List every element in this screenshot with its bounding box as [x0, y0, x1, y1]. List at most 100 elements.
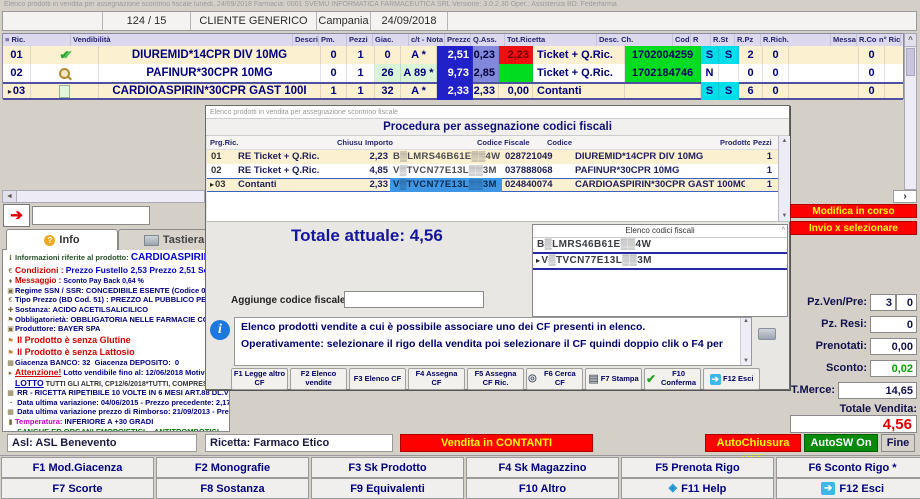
r-cell: S — [701, 46, 719, 64]
column-header[interactable]: Prezzo — [445, 34, 471, 46]
dialog-function-key-button[interactable]: ▤ F7 Stampa — [585, 368, 642, 390]
scroll-right-button[interactable]: › — [893, 190, 917, 203]
autosw-toggle[interactable]: AutoSW On — [804, 434, 878, 452]
totale-vendita-value: 4,56 — [790, 415, 917, 433]
dialog-function-key-button[interactable]: ➔ F12 Esci — [703, 368, 760, 390]
function-key-label: F11 Help — [681, 483, 726, 495]
column-header[interactable]: Prodotto — [717, 136, 750, 149]
info-line-icon: € — [6, 297, 15, 306]
info-line-label: Condizioni : — [15, 265, 64, 275]
info-line-icon: ▣ — [6, 326, 15, 335]
instructions-scrollbar[interactable]: ▲ ▼ — [740, 318, 751, 365]
cf-list-item[interactable]: B▒LMRS46B61E▒▒4W — [533, 238, 787, 254]
function-key-button[interactable]: F4 Sk Magazzino — [466, 457, 619, 478]
column-header[interactable]: ≡ Ric. — [3, 34, 71, 46]
function-key-button[interactable]: F3 Sk Prodotto — [311, 457, 464, 478]
horizontal-scrollbar[interactable]: ◄ — [2, 190, 205, 203]
function-key-button[interactable]: ➔ F12 Esci — [776, 478, 920, 499]
function-key-button[interactable]: F2 Monografie — [156, 457, 309, 478]
column-header[interactable]: R.Rich. — [761, 34, 831, 46]
current-total: Totale attuale: 4,56 — [291, 226, 443, 246]
function-key-button[interactable]: F10 Altro — [466, 478, 619, 499]
column-header[interactable]: n° Ric — [877, 34, 901, 46]
scroll-left-icon[interactable]: ◄ — [3, 191, 17, 202]
dialog-table-row[interactable]: 02 RE Ticket + Q.Ric. 4,85 V▒TVCN77E13L▒… — [207, 164, 778, 178]
asl-field: Asl: ASL Benevento — [7, 434, 197, 452]
column-header[interactable]: Desc. Ch. — [597, 34, 673, 46]
cf-list-item[interactable]: ▸V▒TVCN77E13L▒▒3M — [533, 254, 787, 270]
column-header[interactable]: R.St — [711, 34, 735, 46]
chiusura-cell: Ticket + Q.Ric. — [533, 64, 625, 82]
table-row-selected[interactable]: ▸03 CARDIOASPIRIN*30CPR GAST 100I 1 1 32… — [3, 82, 903, 100]
column-header[interactable]: Prg.Ric. — [207, 136, 334, 149]
column-header[interactable]: Codice UBC — [673, 34, 691, 46]
column-header[interactable]: Q.Ass. — [471, 34, 505, 46]
vertical-scrollbar[interactable]: ^ — [904, 33, 917, 190]
scroll-down-icon[interactable]: ▼ — [741, 358, 751, 364]
dialog-function-key-button[interactable]: ◎ F6 Cerca CF — [526, 368, 583, 390]
dialog-function-key-button[interactable]: F4 Assegna CF — [408, 368, 465, 390]
column-header[interactable]: R.Cons. — [857, 34, 877, 46]
info-line-text: Il Prodotto è senza Glutine — [17, 335, 131, 345]
dialog-table-scrollbar[interactable]: ▲ ▼ — [778, 136, 790, 221]
function-key-button[interactable]: F1 Mod.Giacenza — [1, 457, 154, 478]
info-line-icon: ℹ — [6, 253, 15, 265]
customer-field: CLIENTE GENERICO — [191, 12, 317, 30]
tmerce-value: 14,65 — [838, 382, 917, 399]
dialog-function-key-button[interactable]: F2 Elenco vendite — [290, 368, 347, 390]
function-key-button[interactable]: F7 Scorte — [1, 478, 154, 499]
dialog-function-key-button[interactable]: F1 Legge altro CF — [231, 368, 288, 390]
column-header[interactable]: Importo — [362, 136, 474, 149]
function-key-button[interactable]: F5 Prenota Rigo — [621, 457, 774, 478]
invio-x-selezionare-button[interactable]: Invio x selezionare — [790, 221, 917, 235]
function-key-button[interactable]: F9 Equivalenti — [311, 478, 464, 499]
function-key-button[interactable]: F8 Sostanza — [156, 478, 309, 499]
table-row[interactable]: 01 ✔ DIUREMID*14CPR DIV 10MG 0 1 0 A * 2… — [3, 46, 903, 64]
dialog-function-key-button[interactable]: F3 Elenco CF — [349, 368, 406, 390]
keyboard-icon[interactable] — [758, 328, 776, 340]
scroll-down-icon[interactable]: ▼ — [779, 211, 790, 221]
column-header[interactable]: Messaggio robot — [831, 34, 857, 46]
rrich-cell: 0 — [763, 64, 789, 82]
column-header[interactable]: Pezzi — [347, 34, 373, 46]
dialog-function-key-button[interactable]: F5 Assegna CF Ric. — [467, 368, 524, 390]
prg-value: 02 — [211, 165, 222, 176]
column-header[interactable]: Chiusura ricetta — [334, 136, 362, 149]
quick-entry-button[interactable]: ➔ — [3, 204, 30, 227]
codice-ubc-cell — [625, 82, 701, 100]
column-header[interactable]: Descrizione — [293, 34, 319, 46]
dialog-table-row[interactable]: 01 RE Ticket + Q.Ric. 2,23 B▒LMRS46B61E▒… — [207, 150, 778, 164]
table-row[interactable]: 02 PAFINUR*30CPR 10MG 0 1 26 A 89 * 9,73… — [3, 64, 903, 82]
scroll-up-icon[interactable]: ▲ — [741, 318, 751, 324]
column-header[interactable]: R.Pz — [735, 34, 761, 46]
modifica-in-corso-button[interactable]: Modifica in corso — [790, 204, 917, 218]
function-key-label: F6 Sconto Rigo * — [809, 462, 897, 474]
add-cf-input[interactable] — [344, 291, 484, 308]
dialog-function-key-button[interactable]: ✔ F10 Conferma — [644, 368, 701, 390]
function-key-button[interactable]: F6 Sconto Rigo * — [776, 457, 920, 478]
info-strip: 124 / 15 CLIENTE GENERICO Campania 24/09… — [2, 11, 917, 31]
column-header[interactable]: c/t - Nota — [409, 34, 445, 46]
info-line-text: Sconto Pay Back 0,64 % — [63, 278, 144, 285]
fine-button[interactable]: Fine — [881, 434, 915, 452]
scroll-up-icon[interactable]: ^ — [782, 225, 785, 237]
function-key-button[interactable]: ◈ F11 Help — [621, 478, 774, 499]
row-marker-icon: ▸ — [210, 180, 214, 189]
column-header[interactable]: Pezzi — [750, 136, 772, 149]
scroll-up-icon[interactable]: ▲ — [779, 136, 790, 146]
column-header[interactable]: Tot.Ricetta — [505, 34, 597, 46]
tot-ricetta-cell: 2,23 — [499, 46, 533, 64]
dialog-table-row[interactable]: ▸03 Contanti 2,33 V▒TVCN77E13L▒▒3M 02484… — [207, 178, 778, 192]
column-header[interactable]: R — [691, 34, 711, 46]
scroll-up-icon[interactable]: ^ — [905, 34, 916, 47]
column-header[interactable]: Pm. — [319, 34, 347, 46]
tab-info[interactable]: ? Info — [6, 229, 118, 250]
column-header[interactable]: Giac. — [373, 34, 409, 46]
column-header[interactable]: Codice Fiscale — [474, 136, 544, 149]
quick-entry-input[interactable] — [32, 206, 150, 225]
column-header[interactable]: Codice — [544, 136, 717, 149]
scroll-thumb[interactable] — [906, 48, 915, 76]
autochiusura-toggle[interactable]: AutoChiusura OFF — [705, 434, 801, 452]
column-header[interactable]: Vendibilità — [71, 34, 293, 46]
info-line: SANGUE ED ORGANI EMOPOIETICI -- ANTITROM… — [6, 428, 229, 432]
